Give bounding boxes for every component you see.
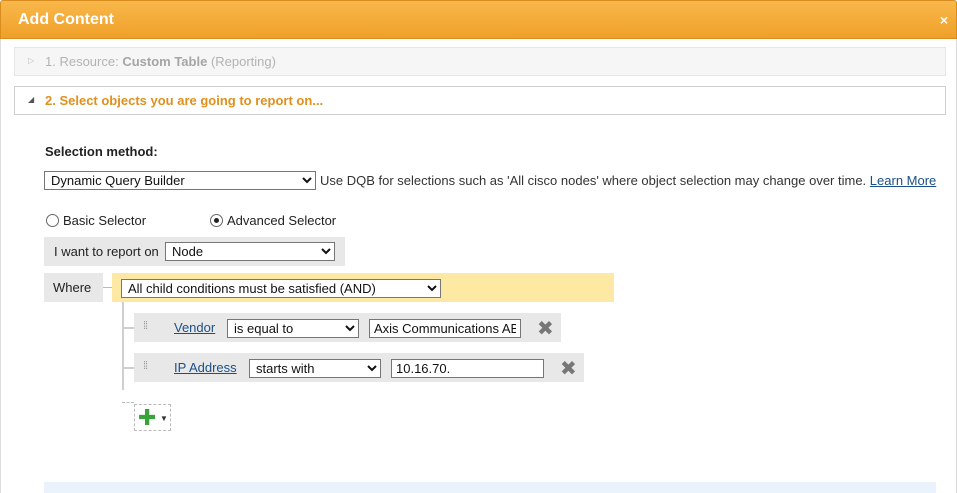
condition-value-input[interactable]	[369, 319, 521, 338]
report-on-label: I want to report on	[54, 244, 159, 259]
step-select-objects[interactable]: ◢ 2. Select objects you are going to rep…	[14, 86, 946, 115]
drag-handle-icon[interactable]: ⁞⁞	[143, 360, 148, 372]
condition-operator-select[interactable]: is equal to	[227, 319, 359, 338]
radio-on-icon[interactable]	[210, 214, 223, 227]
selection-method-label: Selection method:	[45, 144, 158, 159]
close-x-icon[interactable]: ✖	[537, 316, 554, 341]
bottom-preview-bar	[44, 482, 936, 493]
dialog-title: Add Content	[18, 11, 114, 28]
condition-row-vendor: ⁞⁞ Vendor is equal to ✖	[134, 313, 561, 342]
report-on-row: I want to report on Node	[44, 237, 345, 266]
condition-operator-select[interactable]: starts with	[249, 359, 381, 378]
selection-method-select[interactable]: Dynamic Query Builder	[44, 171, 316, 190]
condition-group: All child conditions must be satisfied (…	[112, 273, 614, 302]
radio-off-icon[interactable]	[46, 214, 59, 227]
learn-more-link[interactable]: Learn More	[870, 173, 936, 188]
expand-arrow-icon: ▷	[28, 56, 35, 65]
where-box: Where	[44, 273, 103, 302]
step-resource-label: 1. Resource: Custom Table (Reporting)	[45, 54, 276, 69]
radio-advanced-label: Advanced Selector	[227, 213, 337, 228]
step-resource[interactable]: ▷ 1. Resource: Custom Table (Reporting)	[14, 47, 946, 76]
where-label: Where	[53, 280, 92, 295]
add-connector	[122, 402, 134, 403]
radio-advanced-selector[interactable]: Advanced Selector	[210, 213, 336, 228]
radio-basic-selector[interactable]: Basic Selector	[46, 213, 146, 228]
tree-line	[122, 302, 124, 390]
selection-hint: Use DQB for selections such as 'All cisc…	[320, 173, 937, 188]
chevron-down-icon: ▼	[160, 414, 168, 423]
condition-value-input[interactable]	[391, 359, 544, 378]
condition-field-link[interactable]: IP Address	[174, 360, 237, 375]
green-plus-icon: ✚	[138, 405, 157, 430]
tree-branch	[122, 367, 134, 369]
collapse-arrow-icon: ◢	[28, 95, 35, 104]
where-connector	[103, 287, 112, 288]
dialog-title-bar: Add Content ×	[0, 0, 957, 39]
close-icon[interactable]: ×	[940, 12, 948, 28]
drag-handle-icon[interactable]: ⁞⁞	[143, 320, 148, 332]
tree-branch	[122, 327, 134, 329]
radio-basic-label: Basic Selector	[63, 213, 147, 228]
condition-group-select[interactable]: All child conditions must be satisfied (…	[121, 279, 441, 298]
step-select-objects-label: 2. Select objects you are going to repor…	[45, 93, 324, 108]
add-condition-button[interactable]: ✚ ▼	[134, 404, 171, 431]
close-x-icon[interactable]: ✖	[560, 356, 577, 381]
condition-field-link[interactable]: Vendor	[174, 320, 215, 335]
report-on-select[interactable]: Node	[165, 242, 335, 261]
condition-row-ip: ⁞⁞ IP Address starts with ✖	[134, 353, 584, 382]
